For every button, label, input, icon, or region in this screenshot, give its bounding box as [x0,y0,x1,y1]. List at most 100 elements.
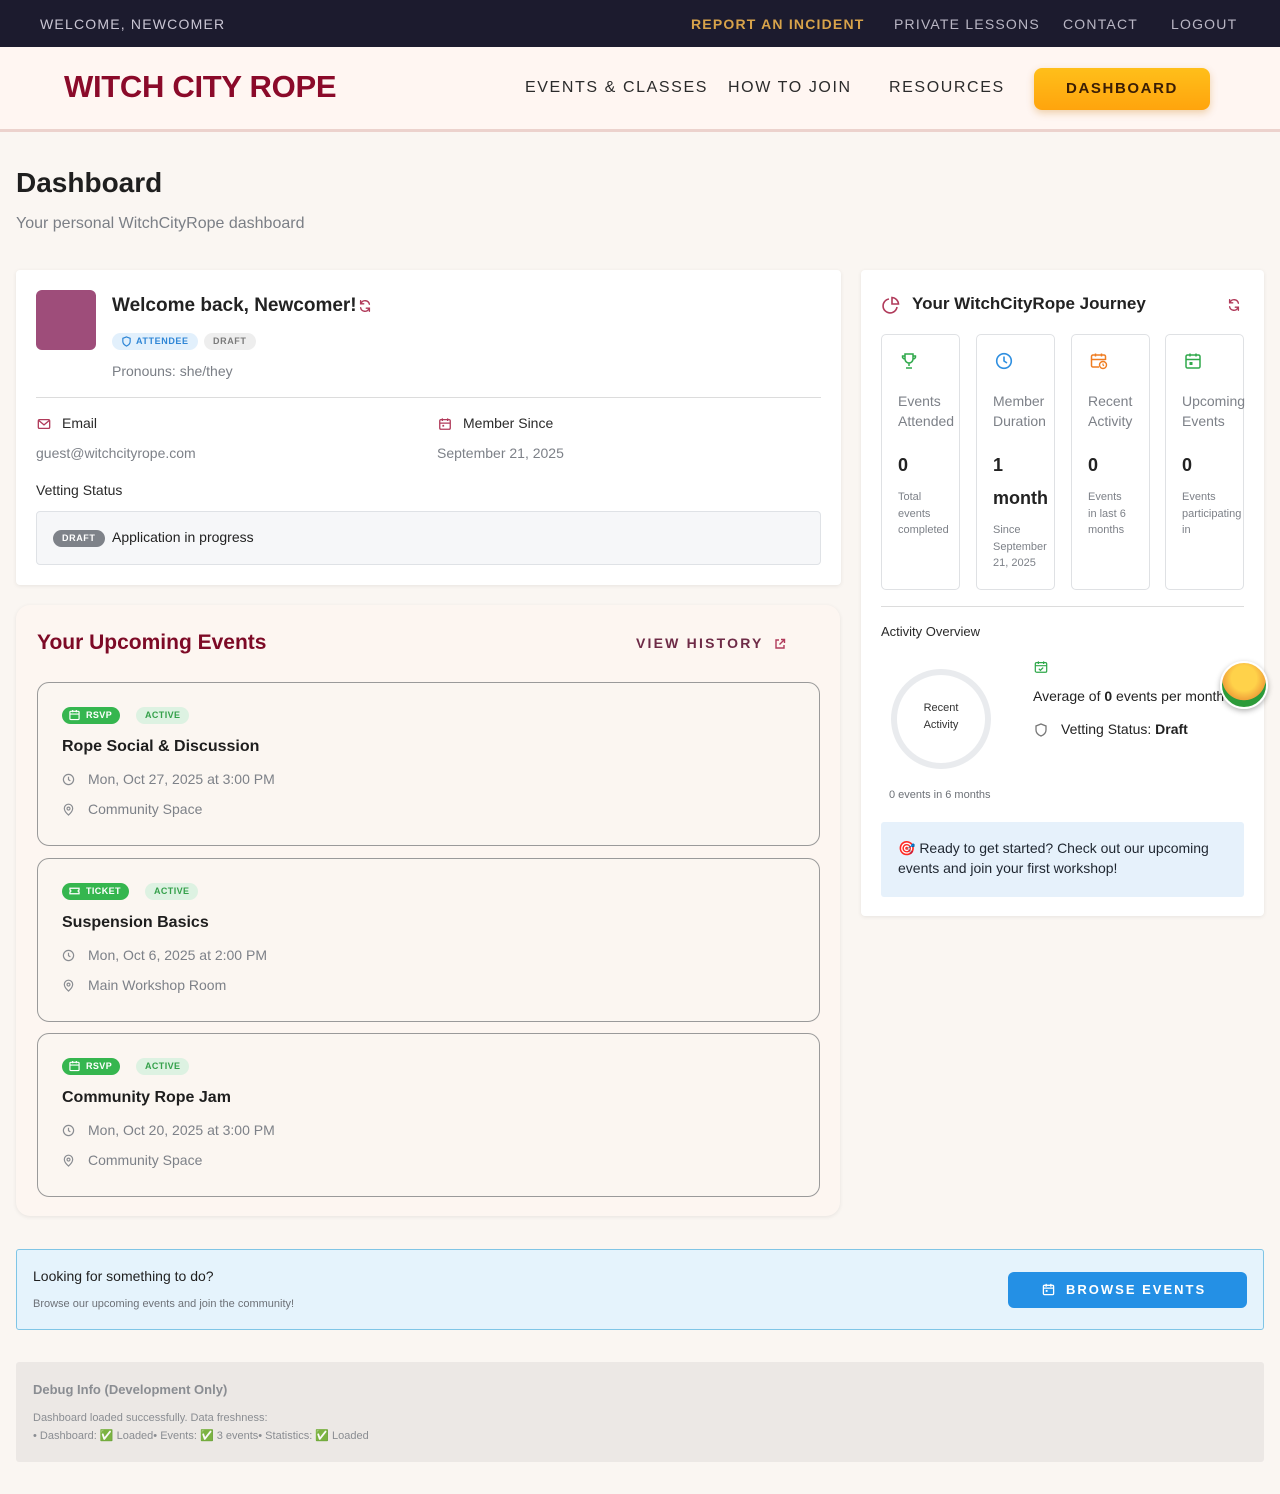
browse-events-button[interactable]: BROWSE EVENTS [1008,1272,1247,1308]
welcome-text: WELCOME, NEWCOMER [40,16,226,32]
debug-line: Dashboard loaded successfully. Data fres… [33,1412,268,1424]
page-title: Dashboard [16,167,163,198]
ring-label: Recent Activity [891,700,991,734]
stat-desc-line: in [1182,524,1191,536]
nav-resources[interactable]: RESOURCES [889,79,1005,97]
role-badge-label: ATTENDEE [136,336,189,346]
main-header: WITCH CITY ROPE EVENTS & CLASSES HOW TO … [0,47,1280,132]
shield-icon [1035,723,1047,737]
mail-icon [37,418,51,430]
vetting-text: Application in progress [112,529,254,545]
calendar-icon [1185,353,1201,369]
stat-label-line: Attended [898,413,955,429]
nav-events-classes[interactable]: EVENTS & CLASSES [525,79,708,97]
stat-desc-line: in last 6 [1088,507,1126,520]
calendar-icon [1042,1283,1055,1296]
stat-value-number: 1 [993,455,1004,475]
stat-label: Member Duration [993,391,1046,431]
event-location: Main Workshop Room [88,977,227,993]
stat-desc-line: participating [1182,507,1242,520]
external-link-icon [775,638,786,649]
shield-icon [122,336,131,347]
ring-caption: 0 events in 6 months [889,789,991,801]
location-pin-icon [63,1154,74,1167]
stat-label: Recent Activity [1088,391,1132,431]
profile-card: Welcome back, Newcomer! ATTENDEE DRAFT P… [16,270,841,585]
event-location: Community Space [88,1152,203,1168]
member-since-label: Member Since [463,415,554,431]
stat-desc-line: Events [1088,491,1122,503]
ring-label-line: Recent [923,702,959,714]
journey-title: Your WitchCityRope Journey [912,294,1146,313]
event-title: Rope Social & Discussion [62,738,260,755]
refresh-icon[interactable] [358,299,372,313]
event-card[interactable]: RSVP ACTIVE Community Rope Jam Mon, Oct … [37,1033,820,1197]
view-history-link[interactable]: VIEW HISTORY [636,635,786,651]
event-status-badge: ACTIVE [136,707,190,724]
debug-panel: Debug Info (Development Only) Dashboard … [16,1362,1264,1462]
stat-description: Events participating in [1182,489,1241,539]
event-location: Community Space [88,801,203,817]
stat-label-line: Recent [1088,393,1133,409]
pie-chart-icon [882,296,900,314]
calendar-icon [439,418,451,430]
vetting-summary-prefix: Vetting Status: [1061,721,1156,737]
event-status-badge: ACTIVE [136,1058,190,1075]
debug-title: Debug Info (Development Only) [33,1382,228,1397]
event-type-label: TICKET [86,886,121,896]
logout-link[interactable]: LOGOUT [1171,16,1237,32]
average-value: 0 [1104,688,1113,704]
stat-value: 0 [1182,455,1193,475]
role-badge: ATTENDEE [112,333,198,350]
debug-line: • Dashboard: ✅ Loaded• Events: ✅ 3 event… [33,1430,369,1442]
stat-label-line: Upcoming [1182,393,1246,409]
contact-link[interactable]: CONTACT [1063,16,1138,32]
dashboard-button[interactable]: DASHBOARD [1034,68,1210,110]
utility-bar: WELCOME, NEWCOMER REPORT AN INCIDENT PRI… [0,0,1280,47]
event-type-label: RSVP [86,710,113,720]
stat-label: Events Attended [898,391,954,431]
clock-icon [62,949,75,962]
ticket-icon [69,887,80,895]
nav-how-to-join[interactable]: HOW TO JOIN [728,79,852,97]
floating-avatar-button[interactable] [1220,661,1268,709]
event-datetime: Mon, Oct 27, 2025 at 3:00 PM [88,771,275,787]
browse-question: Looking for something to do? [33,1268,214,1284]
status-badge: DRAFT [204,333,256,350]
event-card[interactable]: TICKET ACTIVE Suspension Basics Mon, Oct… [37,858,820,1022]
page-subtitle: Your personal WitchCityRope dashboard [16,215,305,232]
refresh-icon[interactable] [1227,298,1241,312]
stat-desc-line: events [898,507,931,520]
stat-value-unit: month [993,488,1048,508]
event-card[interactable]: RSVP ACTIVE Rope Social & Discussion Mon… [37,682,820,846]
stat-desc-line: Since [993,524,1021,536]
stat-label-line: Duration [993,413,1046,429]
stat-desc-line: Total [898,491,922,503]
vetting-summary: Vetting Status: Draft [1061,721,1188,737]
stat-desc-line: months [1088,524,1125,536]
event-title: Community Rope Jam [62,1089,231,1106]
report-incident-link[interactable]: REPORT AN INCIDENT [691,16,865,32]
stat-member-duration: Member Duration 1 month Since September 21, … [976,334,1055,590]
stat-upcoming-events: Upcoming Events 0 Events participating in [1165,334,1246,590]
stat-description: Total events completed [898,489,949,539]
stat-recent-activity: Recent Activity 0 Events in last 6 months [1071,334,1150,590]
event-type-label: RSVP [86,1061,113,1071]
average-suffix: events per month [1112,688,1225,704]
event-datetime: Mon, Oct 6, 2025 at 2:00 PM [88,947,267,963]
event-type-badge: RSVP [62,1058,121,1075]
member-since-value: September 21, 2025 [437,445,564,461]
site-logo[interactable]: WITCH CITY ROPE [64,69,337,105]
get-started-callout: 🎯 Ready to get started? Check out our up… [881,822,1244,897]
stat-description: Events in last 6 months [1088,489,1126,539]
divider [36,397,821,398]
stat-label-line: Member [993,393,1045,409]
email-value: guest@witchcityrope.com [36,445,196,461]
clock-icon [62,773,75,786]
email-label: Email [62,415,98,431]
event-status-badge: ACTIVE [145,883,199,900]
vetting-status-box: DRAFT Application in progress [36,511,821,565]
event-datetime: Mon, Oct 20, 2025 at 3:00 PM [88,1122,275,1138]
private-lessons-link[interactable]: PRIVATE LESSONS [894,16,1040,32]
event-type-badge: RSVP [62,707,121,724]
